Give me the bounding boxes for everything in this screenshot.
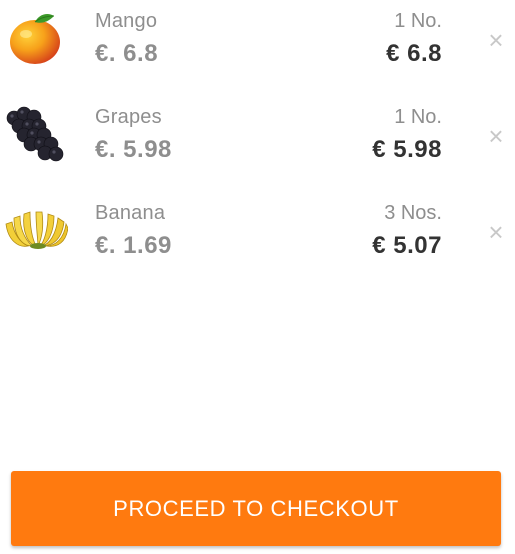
grapes-image [4, 104, 68, 164]
cart-item-grapes: Grapes €. 5.98 1 No. € 5.98 × [0, 96, 515, 192]
cart-screen: Mango €. 6.8 1 No. € 6.8 × Grapes €. 5.9… [0, 0, 515, 554]
item-total: € 6.8 [386, 40, 442, 67]
item-quantity: 1 No. [394, 10, 442, 32]
item-total: € 5.98 [372, 136, 442, 163]
item-name: Banana [95, 202, 166, 224]
remove-item-icon[interactable]: × [484, 122, 508, 150]
item-total: € 5.07 [372, 232, 442, 259]
item-quantity: 1 No. [394, 106, 442, 128]
item-name: Mango [95, 10, 158, 32]
proceed-to-checkout-button[interactable]: PROCEED TO CHECKOUT [11, 471, 501, 546]
item-unit-price: €. 1.69 [95, 232, 172, 259]
banana-image [4, 200, 68, 260]
item-quantity: 3 Nos. [384, 202, 442, 224]
cart-list: Mango €. 6.8 1 No. € 6.8 × Grapes €. 5.9… [0, 0, 515, 288]
cart-item-banana: Banana €. 1.69 3 Nos. € 5.07 × [0, 192, 515, 288]
item-name: Grapes [95, 106, 162, 128]
remove-item-icon[interactable]: × [484, 26, 508, 54]
item-unit-price: €. 5.98 [95, 136, 172, 163]
mango-image [4, 8, 68, 68]
remove-item-icon[interactable]: × [484, 218, 508, 246]
cart-item-mango: Mango €. 6.8 1 No. € 6.8 × [0, 0, 515, 96]
item-unit-price: €. 6.8 [95, 40, 159, 67]
